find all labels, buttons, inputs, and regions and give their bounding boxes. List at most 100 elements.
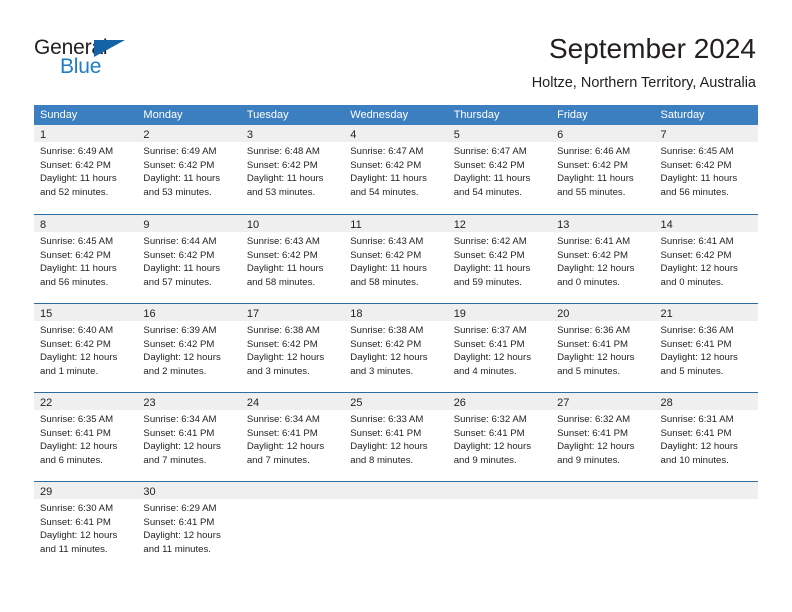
day-number: 25 — [350, 397, 363, 409]
day-details: Sunrise: 6:30 AM Sunset: 6:41 PM Dayligh… — [34, 499, 137, 556]
calendar-grid: Sunday Monday Tuesday Wednesday Thursday… — [34, 105, 758, 570]
day-number-band: 12 — [447, 215, 552, 232]
sunset-text: Sunset: 6:42 PM — [350, 338, 422, 350]
daylight-text-line1: Daylight: 12 hours — [246, 352, 325, 364]
sunrise-text: Sunrise: 6:32 AM — [453, 414, 527, 425]
calendar-day-cell[interactable]: 11 Sunrise: 6:43 AM Sunset: 6:42 PM Dayl… — [344, 215, 448, 303]
sunset-text: Sunset: 6:42 PM — [660, 159, 732, 171]
calendar-day-cell[interactable]: 17 Sunrise: 6:38 AM Sunset: 6:42 PM Dayl… — [240, 304, 345, 392]
calendar-day-cell[interactable]: 1 Sunrise: 6:49 AM Sunset: 6:42 PM Dayli… — [34, 125, 138, 214]
calendar-day-cell[interactable]: 9 Sunrise: 6:44 AM Sunset: 6:42 PM Dayli… — [137, 215, 241, 303]
sunrise-text: Sunrise: 6:48 AM — [246, 146, 320, 157]
sunset-text: Sunset: 6:42 PM — [40, 249, 111, 261]
sunrise-text: Sunrise: 6:38 AM — [350, 325, 424, 336]
calendar-day-cell[interactable]: 3 Sunrise: 6:48 AM Sunset: 6:42 PM Dayli… — [240, 125, 345, 214]
sunset-text: Sunset: 6:42 PM — [453, 249, 525, 261]
sunrise-text: Sunrise: 6:41 AM — [660, 236, 734, 247]
calendar-day-cell[interactable]: 25 Sunrise: 6:33 AM Sunset: 6:41 PM Dayl… — [344, 393, 448, 481]
sunrise-text: Sunrise: 6:42 AM — [453, 236, 527, 247]
sunset-text: Sunset: 6:42 PM — [143, 338, 215, 350]
sunset-text: Sunset: 6:41 PM — [557, 338, 629, 350]
day-details: Sunrise: 6:44 AM Sunset: 6:42 PM Dayligh… — [137, 232, 240, 289]
general-blue-logo[interactable]: General Blue — [34, 36, 194, 84]
day-number: 30 — [143, 486, 156, 498]
sunrise-text: Sunrise: 6:41 AM — [557, 236, 631, 247]
sunrise-text: Sunrise: 6:38 AM — [246, 325, 320, 336]
page-subtitle: Holtze, Northern Territory, Australia — [531, 75, 756, 91]
daylight-text-line1: Daylight: 12 hours — [350, 352, 428, 364]
day-number-band: 27 — [551, 393, 655, 410]
weekday-header-sunday: Sunday — [40, 109, 78, 121]
calendar-day-cell[interactable]: 4 Sunrise: 6:47 AM Sunset: 6:42 PM Dayli… — [344, 125, 448, 214]
calendar-day-cell-empty — [344, 482, 448, 570]
calendar-week-row: 8 Sunrise: 6:45 AM Sunset: 6:42 PM Dayli… — [34, 214, 758, 303]
daylight-text-line2: and 11 minutes. — [143, 543, 211, 555]
calendar-day-cell[interactable]: 16 Sunrise: 6:39 AM Sunset: 6:42 PM Dayl… — [137, 304, 241, 392]
calendar-day-cell[interactable]: 2 Sunrise: 6:49 AM Sunset: 6:42 PM Dayli… — [137, 125, 241, 214]
calendar-day-cell[interactable]: 5 Sunrise: 6:47 AM Sunset: 6:42 PM Dayli… — [447, 125, 552, 214]
daylight-text-line1: Daylight: 12 hours — [143, 352, 221, 364]
calendar-day-cell[interactable]: 22 Sunrise: 6:35 AM Sunset: 6:41 PM Dayl… — [34, 393, 138, 481]
calendar-day-cell[interactable]: 26 Sunrise: 6:32 AM Sunset: 6:41 PM Dayl… — [447, 393, 552, 481]
sunrise-text: Sunrise: 6:44 AM — [143, 236, 217, 247]
day-number-band: 1 — [34, 125, 138, 142]
day-number: 11 — [350, 219, 362, 231]
calendar-day-cell[interactable]: 28 Sunrise: 6:31 AM Sunset: 6:41 PM Dayl… — [654, 393, 758, 481]
calendar-day-cell[interactable]: 30 Sunrise: 6:29 AM Sunset: 6:41 PM Dayl… — [137, 482, 241, 570]
day-number-band: 19 — [447, 304, 552, 321]
day-details: Sunrise: 6:31 AM Sunset: 6:41 PM Dayligh… — [655, 410, 758, 467]
day-number-band: 20 — [551, 304, 655, 321]
sunrise-text: Sunrise: 6:46 AM — [557, 146, 631, 157]
calendar-day-cell[interactable]: 15 Sunrise: 6:40 AM Sunset: 6:42 PM Dayl… — [34, 304, 138, 392]
weekday-header-friday: Friday — [557, 109, 588, 121]
sunset-text: Sunset: 6:42 PM — [557, 159, 629, 171]
daylight-text-line1: Daylight: 11 hours — [143, 263, 221, 275]
day-details: Sunrise: 6:47 AM Sunset: 6:42 PM Dayligh… — [344, 142, 447, 199]
day-details: Sunrise: 6:36 AM Sunset: 6:41 PM Dayligh… — [551, 321, 654, 378]
calendar-day-cell[interactable]: 19 Sunrise: 6:37 AM Sunset: 6:41 PM Dayl… — [447, 304, 552, 392]
daylight-text-line2: and 9 minutes. — [453, 454, 517, 466]
calendar-day-cell[interactable]: 12 Sunrise: 6:42 AM Sunset: 6:42 PM Dayl… — [447, 215, 552, 303]
sunset-text: Sunset: 6:42 PM — [350, 159, 422, 171]
calendar-day-cell[interactable]: 8 Sunrise: 6:45 AM Sunset: 6:42 PM Dayli… — [34, 215, 138, 303]
day-number: 18 — [350, 308, 363, 320]
day-details: Sunrise: 6:32 AM Sunset: 6:41 PM Dayligh… — [551, 410, 654, 467]
daylight-text-line2: and 5 minutes. — [660, 365, 724, 377]
day-number: 16 — [143, 308, 156, 320]
calendar-day-cell[interactable]: 27 Sunrise: 6:32 AM Sunset: 6:41 PM Dayl… — [551, 393, 655, 481]
sunset-text: Sunset: 6:42 PM — [660, 249, 732, 261]
calendar-day-cell[interactable]: 18 Sunrise: 6:38 AM Sunset: 6:42 PM Dayl… — [344, 304, 448, 392]
sunrise-text: Sunrise: 6:40 AM — [40, 325, 114, 336]
daylight-text-line2: and 58 minutes. — [350, 276, 419, 288]
calendar-day-cell[interactable]: 21 Sunrise: 6:36 AM Sunset: 6:41 PM Dayl… — [654, 304, 758, 392]
calendar-day-cell[interactable]: 13 Sunrise: 6:41 AM Sunset: 6:42 PM Dayl… — [551, 215, 655, 303]
calendar-day-cell[interactable]: 24 Sunrise: 6:34 AM Sunset: 6:41 PM Dayl… — [240, 393, 345, 481]
day-number: 26 — [453, 397, 466, 409]
day-number-band: 29 — [34, 482, 138, 499]
calendar-day-cell[interactable]: 6 Sunrise: 6:46 AM Sunset: 6:42 PM Dayli… — [551, 125, 655, 214]
calendar-day-cell[interactable]: 10 Sunrise: 6:43 AM Sunset: 6:42 PM Dayl… — [240, 215, 345, 303]
day-details: Sunrise: 6:38 AM Sunset: 6:42 PM Dayligh… — [344, 321, 447, 378]
daylight-text-line1: Daylight: 11 hours — [40, 173, 117, 185]
day-details: Sunrise: 6:46 AM Sunset: 6:42 PM Dayligh… — [551, 142, 654, 199]
sunrise-text: Sunrise: 6:43 AM — [350, 236, 424, 247]
weekday-header-wednesday: Wednesday — [350, 109, 409, 121]
daylight-text-line2: and 8 minutes. — [350, 454, 414, 466]
day-number: 14 — [660, 219, 673, 231]
day-number-band: 9 — [137, 215, 241, 232]
sunrise-text: Sunrise: 6:34 AM — [143, 414, 217, 425]
calendar-day-cell[interactable]: 7 Sunrise: 6:45 AM Sunset: 6:42 PM Dayli… — [654, 125, 758, 214]
weekday-header-monday: Monday — [143, 109, 183, 121]
calendar-day-cell[interactable]: 20 Sunrise: 6:36 AM Sunset: 6:41 PM Dayl… — [551, 304, 655, 392]
sunrise-text: Sunrise: 6:49 AM — [40, 146, 114, 157]
day-number-band — [551, 482, 655, 499]
calendar-day-cell[interactable]: 14 Sunrise: 6:41 AM Sunset: 6:42 PM Dayl… — [654, 215, 758, 303]
day-number: 7 — [660, 129, 667, 141]
calendar-day-cell[interactable]: 29 Sunrise: 6:30 AM Sunset: 6:41 PM Dayl… — [34, 482, 138, 570]
calendar-day-cell[interactable]: 23 Sunrise: 6:34 AM Sunset: 6:41 PM Dayl… — [137, 393, 241, 481]
sunrise-text: Sunrise: 6:39 AM — [143, 325, 217, 336]
day-number: 10 — [246, 219, 260, 231]
weekday-header-thursday: Thursday — [453, 109, 500, 121]
sunset-text: Sunset: 6:42 PM — [453, 159, 525, 171]
daylight-text-line2: and 5 minutes. — [557, 365, 621, 377]
